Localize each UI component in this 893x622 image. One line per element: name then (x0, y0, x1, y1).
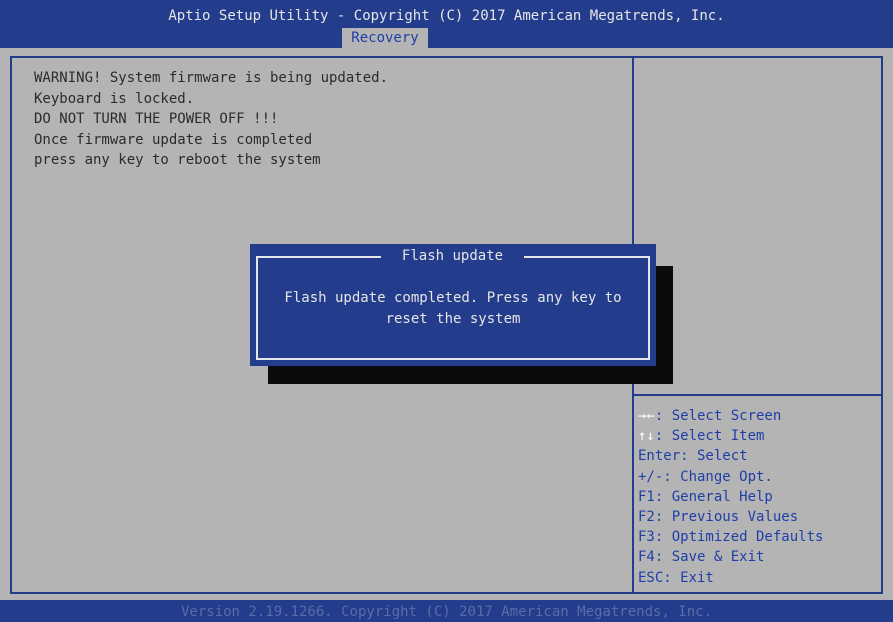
footer-bar: Version 2.19.1266. Copyright (C) 2017 Am… (0, 600, 893, 622)
dialog-border-top-left (256, 256, 381, 258)
dialog-message: Flash update completed. Press any key to… (260, 288, 646, 330)
dialog-message-line: reset the system (385, 311, 521, 327)
help-select-item: ↑↓: Select Item (638, 428, 765, 445)
warning-line: WARNING! System firmware is being update… (34, 70, 389, 86)
left-right-arrows-icon: →← (638, 408, 655, 424)
up-down-arrows-icon: ↑↓ (638, 428, 655, 445)
version-text: Version 2.19.1266. Copyright (C) 2017 Am… (180, 604, 712, 620)
help-enter: Enter: Select (638, 448, 748, 465)
dialog-title: Flash update (401, 248, 504, 264)
help-optimized-defaults: F3: Optimized Defaults (638, 529, 824, 546)
title-bar: Aptio Setup Utility - Copyright (C) 2017… (0, 0, 893, 48)
help-esc-exit: ESC: Exit (638, 569, 714, 586)
tab-recovery[interactable]: Recovery (342, 28, 428, 48)
warning-line: Once firmware update is completed (34, 131, 313, 148)
help-change-opt: +/-: Change Opt. (638, 468, 773, 485)
help-general: F1: General Help (638, 488, 773, 505)
dialog-message-line: Flash update completed. Press any key to (284, 290, 622, 306)
help-select-screen: →←: Select Screen (638, 408, 782, 424)
help-previous-values: F2: Previous Values (638, 509, 799, 526)
warning-line: Keyboard is locked. (34, 90, 195, 107)
help-divider (634, 394, 883, 396)
app-title: Aptio Setup Utility - Copyright (C) 2017… (168, 8, 725, 24)
flash-update-dialog[interactable]: Flash update Flash update completed. Pre… (250, 244, 656, 366)
warning-line: press any key to reboot the system (34, 152, 321, 168)
dialog-border-top-right (524, 256, 650, 258)
warning-line: DO NOT TURN THE POWER OFF !!! (34, 111, 279, 127)
warning-message: WARNING! System firmware is being update… (34, 68, 388, 171)
help-panel: →←: Select Screen ↑↓: Select Item Enter:… (638, 406, 823, 588)
help-save-exit: F4: Save & Exit (638, 549, 765, 566)
